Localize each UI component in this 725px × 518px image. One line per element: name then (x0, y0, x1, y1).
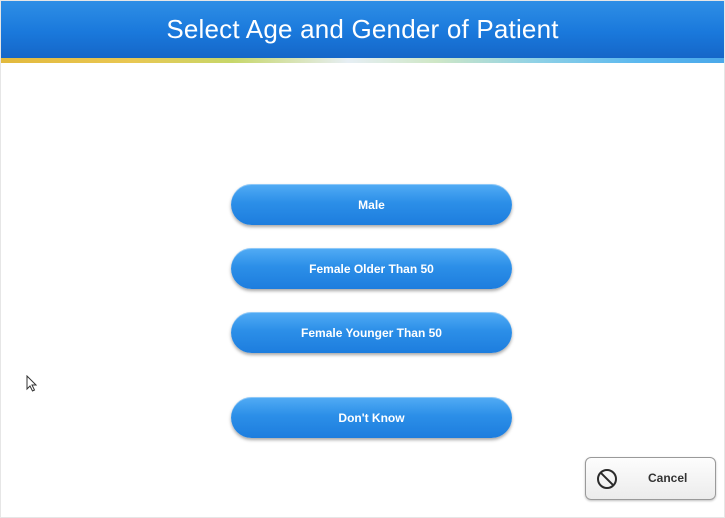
female-older-than-50-button[interactable]: Female Older Than 50 (231, 248, 512, 289)
mouse-cursor-icon (26, 375, 37, 392)
male-button[interactable]: Male (231, 184, 512, 225)
cancel-label: Cancel (648, 471, 688, 485)
female-younger-than-50-button[interactable]: Female Younger Than 50 (231, 312, 512, 353)
page-title: Select Age and Gender of Patient (166, 13, 559, 44)
cancel-button[interactable]: Cancel (585, 457, 716, 500)
no-entry-icon (597, 469, 617, 489)
title-bar: Select Age and Gender of Patient (0, 0, 725, 58)
header-accent-stripe (0, 58, 725, 63)
dont-know-button[interactable]: Don't Know (231, 397, 512, 438)
